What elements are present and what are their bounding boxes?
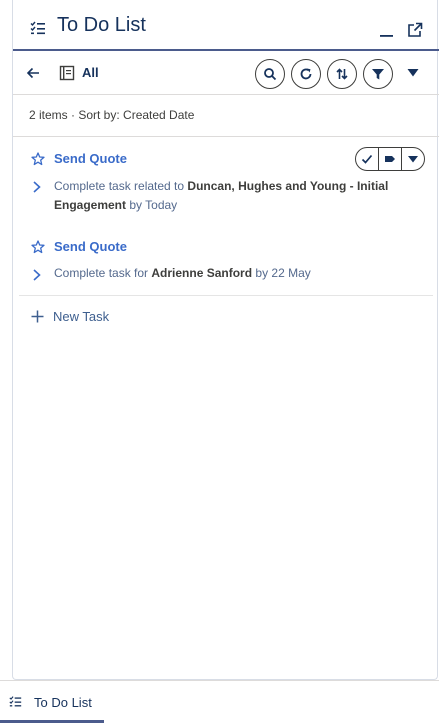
minimize-icon[interactable] <box>379 22 395 38</box>
refresh-button[interactable] <box>291 59 321 89</box>
refresh-icon <box>300 68 312 80</box>
panel-title: To Do List <box>57 14 146 36</box>
utility-bar: To Do List <box>0 680 439 724</box>
star-icon[interactable] <box>31 152 45 166</box>
chevron-right-icon[interactable] <box>32 269 42 281</box>
sort-icon <box>336 68 348 80</box>
panel-toolbar: All <box>13 52 439 95</box>
utility-item-label: To Do List <box>34 695 92 710</box>
search-button[interactable] <box>255 59 285 89</box>
tag-task-button[interactable] <box>379 148 402 170</box>
utility-item-todo-list[interactable]: To Do List <box>0 681 104 723</box>
panel-header: To Do List <box>13 0 439 51</box>
chevron-down-icon <box>408 156 418 163</box>
task-description: Complete task for Adrienne Sanford by 22… <box>54 266 311 280</box>
filter-button[interactable] <box>363 59 393 89</box>
sort-button[interactable] <box>327 59 357 89</box>
back-arrow-icon[interactable] <box>26 66 40 80</box>
task-title[interactable]: Send Quote <box>54 151 127 166</box>
new-task-label: New Task <box>53 309 110 324</box>
view-selector-label[interactable]: All <box>82 65 99 80</box>
task-title[interactable]: Send Quote <box>54 239 127 254</box>
tag-icon <box>385 156 395 162</box>
list-summary: 2 items · Sort by: Created Date <box>29 108 195 122</box>
check-icon <box>361 154 373 164</box>
filter-icon <box>372 69 384 80</box>
divider <box>19 295 433 296</box>
search-icon <box>264 68 277 81</box>
task-related-record[interactable]: Adrienne Sanford <box>151 266 252 280</box>
todo-panel: To Do List All 2 items · Sort by: Create… <box>12 0 439 680</box>
task-list-icon <box>9 696 22 707</box>
popout-icon[interactable] <box>407 22 423 38</box>
star-icon[interactable] <box>31 240 45 254</box>
plus-icon <box>31 310 44 323</box>
task-list-icon <box>30 21 45 35</box>
list-view-icon[interactable] <box>59 65 75 81</box>
chevron-right-icon[interactable] <box>32 181 42 193</box>
chevron-down-icon[interactable] <box>407 68 419 78</box>
new-task-button[interactable]: New Task <box>31 309 109 324</box>
divider <box>13 136 439 137</box>
task-menu-button[interactable] <box>402 148 424 170</box>
task-action-group <box>355 147 425 171</box>
complete-task-button[interactable] <box>356 148 379 170</box>
task-description: Complete task related to Duncan, Hughes … <box>54 179 389 212</box>
